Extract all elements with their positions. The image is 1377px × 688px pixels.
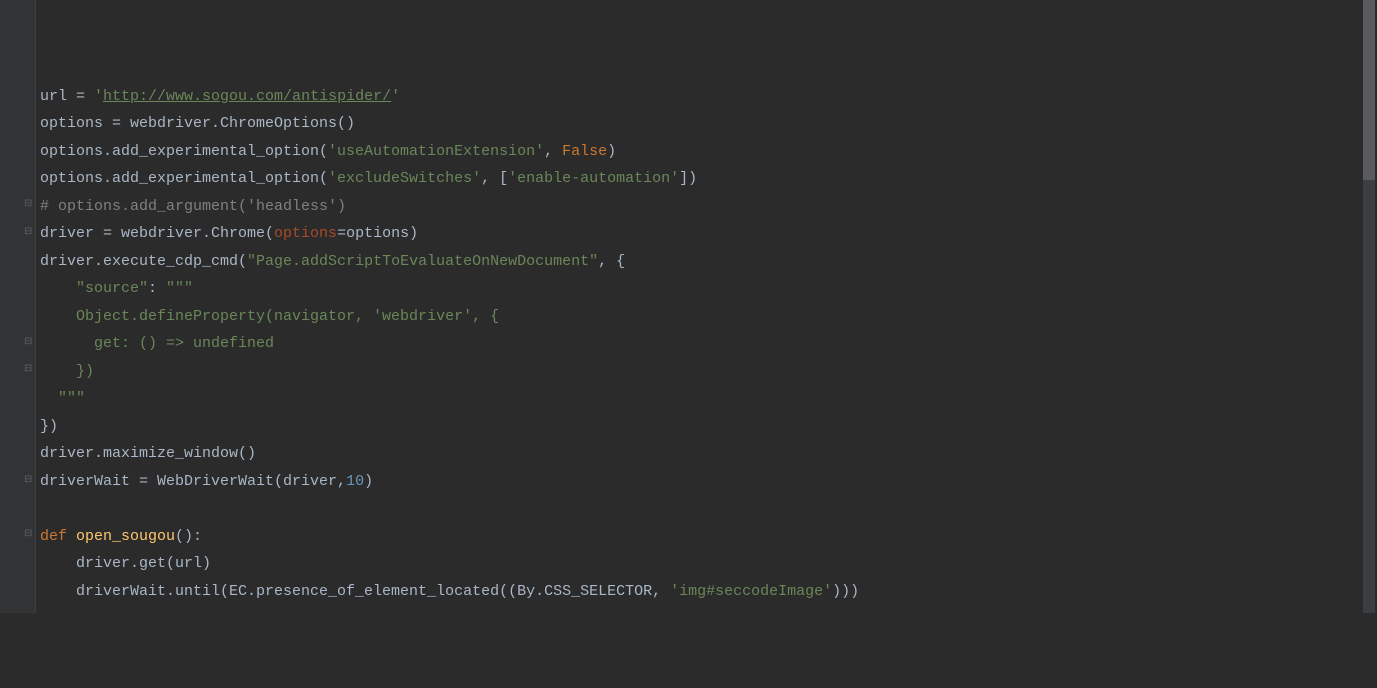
code-token: # options.add_argument('headless') <box>40 198 346 215</box>
code-token <box>40 280 76 297</box>
code-token: def <box>40 528 76 545</box>
code-token: ) <box>364 473 373 490</box>
code-line[interactable]: driverWait.until(EC.presence_of_element_… <box>40 578 1377 606</box>
code-line[interactable]: get: () => undefined <box>40 330 1377 358</box>
code-token: 'useAutomationExtension' <box>328 143 544 160</box>
fold-marker-icon[interactable]: ⊟ <box>24 530 34 540</box>
code-token: ' <box>94 88 103 105</box>
code-token: , [ <box>481 170 508 187</box>
code-token: options.add_experimental_option( <box>40 170 328 187</box>
code-line[interactable] <box>40 605 1377 633</box>
code-line[interactable]: }) <box>40 413 1377 441</box>
code-token: get: () => undefined <box>40 335 274 352</box>
code-line[interactable]: "source": """ <box>40 275 1377 303</box>
code-line[interactable]: options.add_experimental_option('useAuto… <box>40 138 1377 166</box>
code-token: driver.get(url) <box>40 555 211 572</box>
code-token: ) <box>607 143 616 160</box>
fold-marker-icon[interactable]: ⊟ <box>24 365 34 375</box>
code-token: 10 <box>346 473 364 490</box>
code-line[interactable]: # options.add_argument('headless') <box>40 193 1377 221</box>
code-token: }) <box>40 363 94 380</box>
code-line[interactable]: driverWait = WebDriverWait(driver,10) <box>40 468 1377 496</box>
code-token: options = webdriver.ChromeOptions() <box>40 115 355 132</box>
code-line[interactable]: def open_sougou(): <box>40 523 1377 551</box>
code-token: ' <box>391 88 400 105</box>
code-token: , { <box>598 253 625 270</box>
code-token: driver = webdriver.Chrome( <box>40 225 274 242</box>
fold-marker-icon[interactable]: ⊟ <box>24 200 34 210</box>
code-line[interactable]: driver.get(url) <box>40 550 1377 578</box>
code-line[interactable] <box>40 633 1377 661</box>
code-token: """ <box>40 390 85 407</box>
code-line[interactable]: options.add_experimental_option('exclude… <box>40 165 1377 193</box>
code-token: 'img#seccodeImage' <box>670 583 832 600</box>
code-token: ))) <box>832 583 859 600</box>
code-token: url = <box>40 88 94 105</box>
code-token: "source" <box>76 280 148 297</box>
code-token: http://www.sogou.com/antispider/ <box>103 88 391 105</box>
code-token: =options) <box>337 225 418 242</box>
code-token: """ <box>166 280 193 297</box>
code-token: driverWait.until(EC.presence_of_element_… <box>40 583 670 600</box>
code-token: options <box>274 225 337 242</box>
code-token: , <box>544 143 562 160</box>
code-line[interactable]: driver = webdriver.Chrome(options=option… <box>40 220 1377 248</box>
code-line[interactable]: }) <box>40 358 1377 386</box>
code-line[interactable] <box>40 495 1377 523</box>
vertical-scrollbar-thumb[interactable] <box>1363 0 1375 180</box>
fold-marker-icon[interactable]: ⊟ <box>24 338 34 348</box>
code-token: : <box>148 280 166 297</box>
code-token: False <box>562 143 607 160</box>
code-token: Object.defineProperty(navigator, 'webdri… <box>40 308 499 325</box>
code-line[interactable]: options = webdriver.ChromeOptions() <box>40 110 1377 138</box>
fold-marker-icon[interactable]: ⊟ <box>24 476 34 486</box>
code-token: driver.maximize_window() <box>40 445 256 462</box>
code-line[interactable]: driver.execute_cdp_cmd("Page.addScriptTo… <box>40 248 1377 276</box>
code-token: "Page.addScriptToEvaluateOnNewDocument" <box>247 253 598 270</box>
code-line[interactable]: url = 'http://www.sogou.com/antispider/' <box>40 83 1377 111</box>
code-line[interactable] <box>40 55 1377 83</box>
code-token: driver.execute_cdp_cmd( <box>40 253 247 270</box>
code-token: driverWait = WebDriverWait(driver, <box>40 473 346 490</box>
code-token: open_sougou <box>76 528 175 545</box>
code-token: ]) <box>679 170 697 187</box>
code-line[interactable]: """ <box>40 385 1377 413</box>
fold-marker-icon[interactable]: ⊟ <box>24 228 34 238</box>
editor-gutter[interactable]: ⊟ ⊟ ⊟ ⊟ ⊟ ⊟ <box>0 0 36 613</box>
code-line[interactable]: driver.maximize_window() <box>40 440 1377 468</box>
code-token: 'enable-automation' <box>508 170 679 187</box>
code-line[interactable]: Object.defineProperty(navigator, 'webdri… <box>40 303 1377 331</box>
code-token: }) <box>40 418 58 435</box>
code-editor[interactable]: url = 'http://www.sogou.com/antispider/'… <box>40 0 1377 688</box>
code-token: 'excludeSwitches' <box>328 170 481 187</box>
code-token: options.add_experimental_option( <box>40 143 328 160</box>
code-token: (): <box>175 528 202 545</box>
